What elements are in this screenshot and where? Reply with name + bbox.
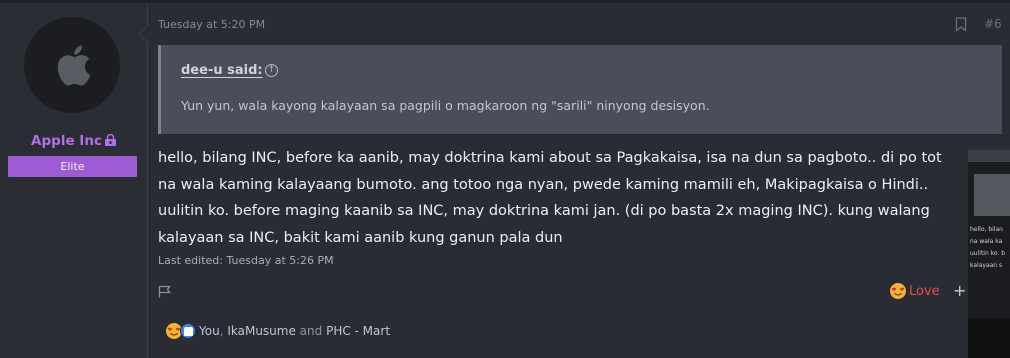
quote-text: Yun yun, wala kayong kalayaan sa pagpili… xyxy=(181,98,710,113)
username-link[interactable]: Apple Inc xyxy=(0,133,148,149)
username-text: Apple Inc xyxy=(31,133,102,149)
reactions-summary[interactable]: You, IkaMusume and PHC - Mart xyxy=(166,323,390,339)
reaction-icons xyxy=(166,323,196,339)
post-body-line: kalayaan sa INC, bakit kami aanib kung g… xyxy=(158,229,563,246)
lock-icon xyxy=(104,134,116,146)
add-reaction-button[interactable]: + xyxy=(953,281,966,300)
preview-line: hello, bilan xyxy=(970,226,1003,233)
message-user-sidebar: Apple Inc Elite xyxy=(0,3,148,358)
quote-block: dee-u said: ↑ Yun yun, wala kayong kalay… xyxy=(158,45,1002,134)
preview-header xyxy=(968,150,1010,162)
preview-line: na wala ka xyxy=(970,238,1003,245)
love-reaction-button[interactable]: Love xyxy=(890,283,940,299)
thumbnail-preview-overlay: hello, bilan na wala ka uulitin ko. b ka… xyxy=(968,150,1010,358)
top-divider xyxy=(0,0,1010,3)
preview-quote xyxy=(974,174,1010,216)
love-emoji-icon xyxy=(890,283,906,299)
user-role-badge: Elite xyxy=(8,156,137,177)
reaction-user-link[interactable]: PHC - Mart xyxy=(326,324,390,338)
post-timestamp[interactable]: Tuesday at 5:20 PM xyxy=(158,18,265,31)
like-emoji-icon xyxy=(180,323,196,339)
preview-line: uulitin ko. b xyxy=(970,250,1006,257)
last-edited-text: Last edited: Tuesday at 5:26 PM xyxy=(158,254,334,267)
reaction-separator: and xyxy=(295,324,327,338)
post-body-line: na wala kaming kalayaang bumoto. ang tot… xyxy=(158,176,929,193)
apple-logo-icon xyxy=(57,45,91,86)
bookmark-icon[interactable] xyxy=(955,17,967,32)
avatar[interactable] xyxy=(24,17,120,113)
reactions-text: You, IkaMusume and PHC - Mart xyxy=(199,324,390,338)
post-body-line: uulitin ko. before maging kaanib sa INC,… xyxy=(158,203,930,219)
preview-footer xyxy=(968,318,1010,358)
preview-line: kalayaan s xyxy=(970,262,1003,269)
report-flag-icon[interactable] xyxy=(158,285,172,298)
post-number-link[interactable]: #6 xyxy=(984,17,1002,31)
post-body: hello, bilang INC, before ka aanib, may … xyxy=(158,145,970,251)
love-reaction-label: Love xyxy=(909,283,940,299)
reaction-user-you[interactable]: You xyxy=(199,324,220,338)
quote-arrow-icon[interactable]: ↑ xyxy=(265,64,278,77)
quote-author-link[interactable]: dee-u said: xyxy=(181,63,263,78)
post-body-line: hello, bilang INC, before ka aanib, may … xyxy=(158,150,942,166)
reaction-user-link[interactable]: IkaMusume xyxy=(227,324,296,338)
